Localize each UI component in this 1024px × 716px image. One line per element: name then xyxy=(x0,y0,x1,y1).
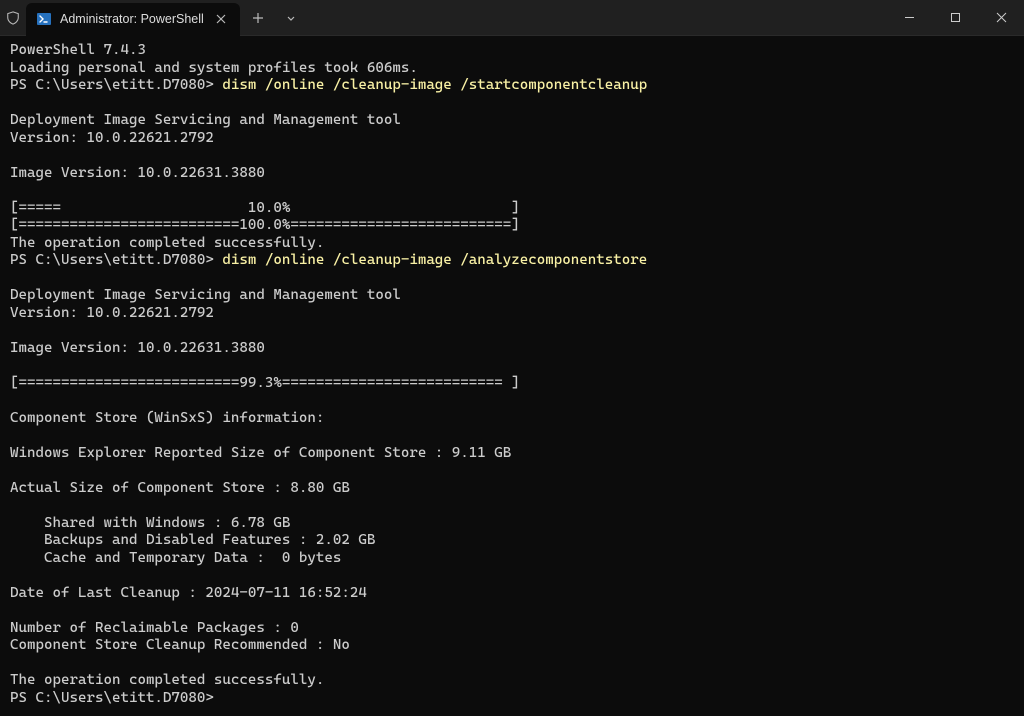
output-line: Date of Last Cleanup : 2024-07-11 16:52:… xyxy=(10,585,367,601)
output-line: Windows Explorer Reported Size of Compon… xyxy=(10,445,511,461)
tab-dropdown-button[interactable] xyxy=(276,0,306,36)
maximize-button[interactable] xyxy=(932,0,978,36)
output-line: [==========================100.0%=======… xyxy=(10,217,520,233)
powershell-icon xyxy=(36,11,52,27)
output-line: Version: 10.0.22621.2792 xyxy=(10,130,214,146)
output-line: Deployment Image Servicing and Managemen… xyxy=(10,112,401,128)
prompt: PS C:\Users\etitt.D7080> xyxy=(10,690,214,706)
titlebar-left: Administrator: PowerShell xyxy=(0,0,306,35)
output-line: Actual Size of Component Store : 8.80 GB xyxy=(10,480,350,496)
terminal-output[interactable]: PowerShell 7.4.3 Loading personal and sy… xyxy=(0,36,1024,716)
prompt: PS C:\Users\etitt.D7080> xyxy=(10,77,222,93)
output-line: [===== 10.0% ] xyxy=(10,200,520,216)
output-line: Image Version: 10.0.22631.3880 xyxy=(10,340,265,356)
prompt: PS C:\Users\etitt.D7080> xyxy=(10,252,222,268)
output-line: Loading personal and system profiles too… xyxy=(10,60,418,76)
tab-title: Administrator: PowerShell xyxy=(60,12,204,26)
output-line: Deployment Image Servicing and Managemen… xyxy=(10,287,401,303)
new-tab-button[interactable] xyxy=(240,0,276,36)
close-button[interactable] xyxy=(978,0,1024,36)
output-line: Shared with Windows : 6.78 GB xyxy=(10,515,290,531)
output-line: The operation completed successfully. xyxy=(10,672,324,688)
titlebar: Administrator: PowerShell xyxy=(0,0,1024,36)
window-controls xyxy=(886,0,1024,35)
output-line: Backups and Disabled Features : 2.02 GB xyxy=(10,532,375,548)
output-line: Version: 10.0.22621.2792 xyxy=(10,305,214,321)
tab-close-button[interactable] xyxy=(212,10,230,28)
minimize-button[interactable] xyxy=(886,0,932,36)
command: dism /online /cleanup-image /analyzecomp… xyxy=(222,252,647,268)
output-line: Component Store Cleanup Recommended : No xyxy=(10,637,350,653)
tab-active[interactable]: Administrator: PowerShell xyxy=(26,3,240,36)
output-line: The operation completed successfully. xyxy=(10,235,324,251)
output-line: Cache and Temporary Data : 0 bytes xyxy=(10,550,341,566)
output-line: PowerShell 7.4.3 xyxy=(10,42,146,58)
output-line: Component Store (WinSxS) information: xyxy=(10,410,324,426)
command: dism /online /cleanup-image /startcompon… xyxy=(222,77,647,93)
output-line: [==========================99.3%========… xyxy=(10,375,520,391)
output-line: Image Version: 10.0.22631.3880 xyxy=(10,165,265,181)
shield-icon xyxy=(0,0,26,36)
output-line: Number of Reclaimable Packages : 0 xyxy=(10,620,299,636)
